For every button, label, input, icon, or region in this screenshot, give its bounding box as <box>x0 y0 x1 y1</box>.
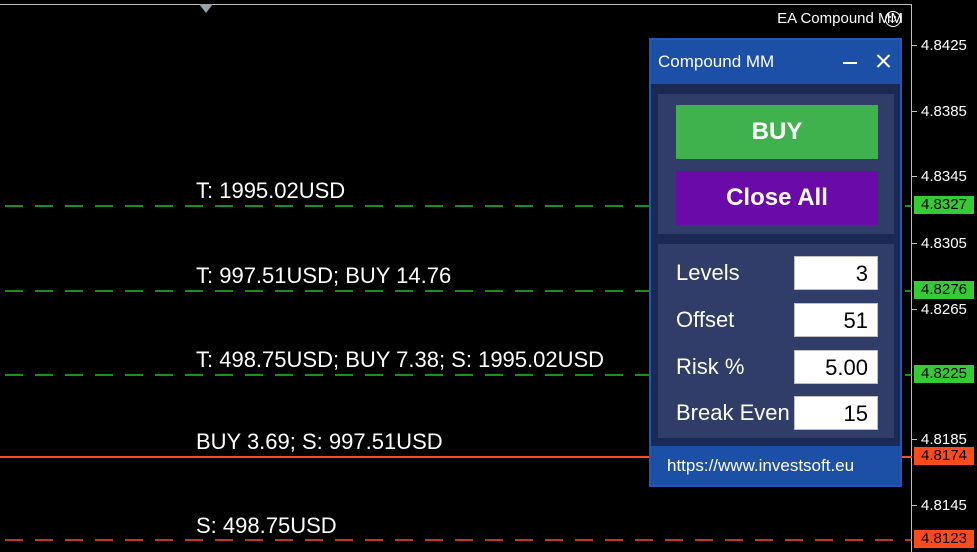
price-flag-stop: 4.8123 <box>914 530 974 548</box>
panel-titlebar[interactable]: Compound MM <box>651 40 900 84</box>
website-link[interactable]: https://www.investsoft.eu <box>667 456 854 476</box>
price-tick: 4.8345 <box>912 168 967 185</box>
line-label-target-3: T: 1995.02USD <box>196 178 346 203</box>
panel-body: BUY Close All Levels 3 Offset 51 Risk % … <box>651 84 900 485</box>
action-buttons-group: BUY Close All <box>658 94 894 234</box>
price-flag-target-1: 4.8225 <box>914 365 974 383</box>
price-tick: 4.8265 <box>912 301 967 318</box>
close-all-button[interactable]: Close All <box>676 171 878 225</box>
settings-group: Levels 3 Offset 51 Risk % 5.00 Break Eve… <box>658 244 894 438</box>
levels-label: Levels <box>676 260 740 285</box>
buy-button[interactable]: BUY <box>676 105 878 159</box>
risk-label: Risk % <box>676 354 745 379</box>
compound-mm-panel: Compound MM BUY Close All Levels 3 Offse… <box>649 38 902 487</box>
break-even-input[interactable]: 15 <box>794 396 878 430</box>
price-tick: 4.8145 <box>912 497 967 514</box>
break-even-label: Break Even <box>676 400 790 425</box>
offset-label: Offset <box>676 307 735 332</box>
url-bar[interactable]: https://www.investsoft.eu <box>651 446 900 485</box>
panel-title: Compound MM <box>658 52 775 71</box>
offset-input[interactable]: 51 <box>794 303 878 337</box>
price-tick: 4.8185 <box>912 431 967 448</box>
price-flag-entry: 4.8174 <box>914 447 974 465</box>
price-flag-target-3: 4.8327 <box>914 196 974 214</box>
levels-input[interactable]: 3 <box>794 256 878 290</box>
close-icon[interactable] <box>872 48 894 74</box>
line-label-target-2: T: 997.51USD; BUY 14.76 <box>196 263 452 288</box>
line-label-target-1: T: 498.75USD; BUY 7.38; S: 1995.02USD <box>196 347 605 372</box>
line-label-entry: BUY 3.69; S: 997.51USD <box>196 429 443 454</box>
price-tick: 4.8385 <box>912 103 967 120</box>
price-tick: 4.8305 <box>912 235 967 252</box>
line-label-stop: S: 498.75USD <box>196 513 337 538</box>
price-tick: 4.8425 <box>912 37 967 54</box>
minimize-icon[interactable] <box>840 48 860 74</box>
risk-input[interactable]: 5.00 <box>794 350 878 384</box>
price-flag-target-2: 4.8276 <box>914 281 974 299</box>
